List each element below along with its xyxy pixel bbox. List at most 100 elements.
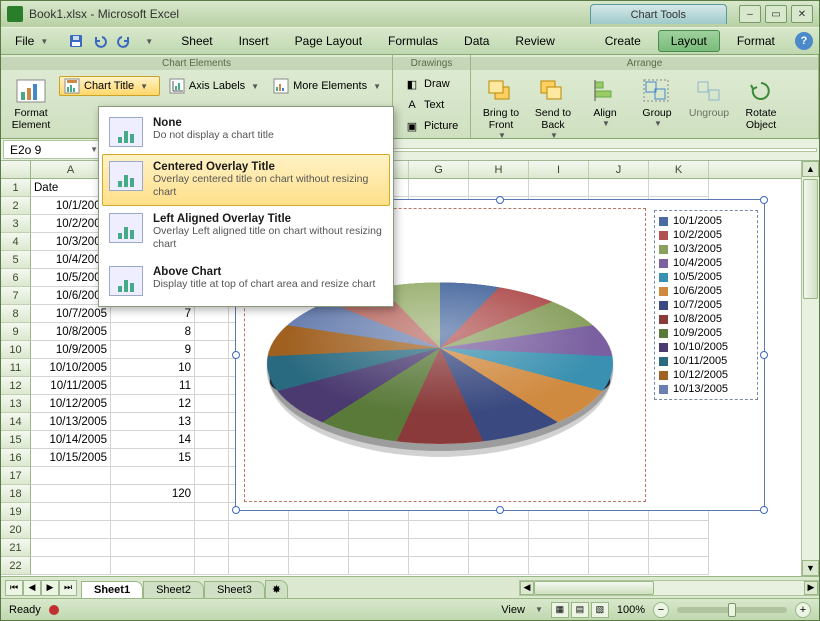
row-header[interactable]: 13 <box>1 395 31 413</box>
row-header[interactable]: 8 <box>1 305 31 323</box>
cell[interactable]: 10/10/2005 <box>31 359 111 377</box>
row-header[interactable]: 10 <box>1 341 31 359</box>
cell[interactable] <box>195 449 229 467</box>
cell[interactable] <box>589 557 649 575</box>
row-header[interactable]: 17 <box>1 467 31 485</box>
resize-handle[interactable] <box>760 196 768 204</box>
qat-customize-icon[interactable]: ▼ <box>138 31 158 51</box>
resize-handle[interactable] <box>496 506 504 514</box>
cell[interactable] <box>31 557 111 575</box>
cell[interactable] <box>195 395 229 413</box>
cell[interactable] <box>229 521 289 539</box>
column-header[interactable]: K <box>649 161 709 178</box>
resize-handle[interactable] <box>760 351 768 359</box>
cell[interactable] <box>195 323 229 341</box>
cell[interactable]: 15 <box>111 449 195 467</box>
cell[interactable]: 10/8/2005 <box>31 323 111 341</box>
cell[interactable] <box>31 467 111 485</box>
zoom-level[interactable]: 100% <box>617 604 645 616</box>
file-menu[interactable]: File▼ <box>7 32 56 50</box>
cell[interactable]: 14 <box>111 431 195 449</box>
sheet-tab-sheet3[interactable]: Sheet3 <box>204 581 265 598</box>
cell[interactable] <box>349 557 409 575</box>
menu-layout[interactable]: Layout <box>658 30 720 52</box>
row-header[interactable]: 11 <box>1 359 31 377</box>
cell[interactable] <box>195 305 229 323</box>
legend-item[interactable]: 10/5/2005 <box>659 270 753 284</box>
cell[interactable] <box>529 179 589 197</box>
zoom-in-button[interactable]: + <box>795 602 811 618</box>
cell[interactable]: 7 <box>111 305 195 323</box>
cell[interactable] <box>195 521 229 539</box>
cell[interactable] <box>289 521 349 539</box>
row-header[interactable]: 18 <box>1 485 31 503</box>
legend-item[interactable]: 10/4/2005 <box>659 256 753 270</box>
column-header[interactable]: H <box>469 161 529 178</box>
cell[interactable] <box>589 521 649 539</box>
row-header[interactable]: 22 <box>1 557 31 575</box>
cell[interactable] <box>195 341 229 359</box>
row-header[interactable]: 2 <box>1 197 31 215</box>
menu-page-layout[interactable]: Page Layout <box>282 30 375 52</box>
cell[interactable]: 10 <box>111 359 195 377</box>
more-elements-dropdown-button[interactable]: More Elements▼ <box>268 76 386 96</box>
macro-record-icon[interactable] <box>49 605 59 615</box>
sheet-tab-sheet2[interactable]: Sheet2 <box>143 581 204 598</box>
legend-item[interactable]: 10/6/2005 <box>659 284 753 298</box>
group-button[interactable]: Group▼ <box>633 74 681 131</box>
cell[interactable] <box>111 503 195 521</box>
legend-item[interactable]: 10/2/2005 <box>659 228 753 242</box>
dropdown-item[interactable]: Above ChartDisplay title at top of chart… <box>102 259 390 303</box>
cell[interactable] <box>289 539 349 557</box>
normal-view-button[interactable]: ▦ <box>551 602 569 618</box>
row-header[interactable]: 9 <box>1 323 31 341</box>
save-icon[interactable] <box>66 31 86 51</box>
horizontal-scrollbar[interactable]: ◀ ▶ <box>519 580 819 596</box>
send-to-back-button[interactable]: Send to Back▼ <box>529 74 577 143</box>
cell[interactable] <box>649 557 709 575</box>
cell[interactable] <box>31 521 111 539</box>
cell[interactable] <box>195 485 229 503</box>
name-box[interactable]: E2o 9▼ <box>3 140 105 159</box>
cell[interactable]: 10/11/2005 <box>31 377 111 395</box>
cell[interactable]: 13 <box>111 413 195 431</box>
row-header[interactable]: 21 <box>1 539 31 557</box>
legend-item[interactable]: 10/7/2005 <box>659 298 753 312</box>
cell[interactable]: 10/12/2005 <box>31 395 111 413</box>
draw-button[interactable]: ◧Draw <box>399 74 463 94</box>
cell[interactable] <box>229 539 289 557</box>
row-header[interactable]: 20 <box>1 521 31 539</box>
cell[interactable] <box>195 539 229 557</box>
bring-to-front-button[interactable]: Bring to Front▼ <box>477 74 525 143</box>
zoom-slider[interactable] <box>677 607 787 613</box>
scroll-thumb[interactable] <box>534 581 654 595</box>
cell[interactable] <box>589 539 649 557</box>
scroll-left-arrow[interactable]: ◀ <box>520 581 534 595</box>
menu-formulas[interactable]: Formulas <box>375 30 451 52</box>
row-header[interactable]: 16 <box>1 449 31 467</box>
cell[interactable] <box>229 557 289 575</box>
cell[interactable] <box>529 539 589 557</box>
redo-icon[interactable] <box>114 31 134 51</box>
text-button[interactable]: AText <box>399 95 463 115</box>
menu-sheet[interactable]: Sheet <box>168 30 225 52</box>
cell[interactable] <box>529 521 589 539</box>
cell[interactable] <box>649 179 709 197</box>
tab-nav-next[interactable]: ▶ <box>41 580 59 596</box>
page-break-view-button[interactable]: ▧ <box>591 602 609 618</box>
scroll-thumb[interactable] <box>803 179 818 299</box>
cell[interactable] <box>195 503 229 521</box>
row-header[interactable]: 7 <box>1 287 31 305</box>
cell[interactable] <box>195 431 229 449</box>
resize-handle[interactable] <box>760 506 768 514</box>
cell[interactable] <box>195 413 229 431</box>
scroll-up-arrow[interactable]: ▲ <box>802 161 819 177</box>
row-header[interactable]: 3 <box>1 215 31 233</box>
cell[interactable] <box>289 557 349 575</box>
minimize-button[interactable]: – <box>739 5 761 23</box>
cell[interactable] <box>195 377 229 395</box>
chart-legend[interactable]: 10/1/200510/2/200510/3/200510/4/200510/5… <box>654 210 758 400</box>
axis-labels-dropdown-button[interactable]: Axis Labels▼ <box>164 76 264 96</box>
cell[interactable]: 12 <box>111 395 195 413</box>
cell[interactable] <box>409 557 469 575</box>
